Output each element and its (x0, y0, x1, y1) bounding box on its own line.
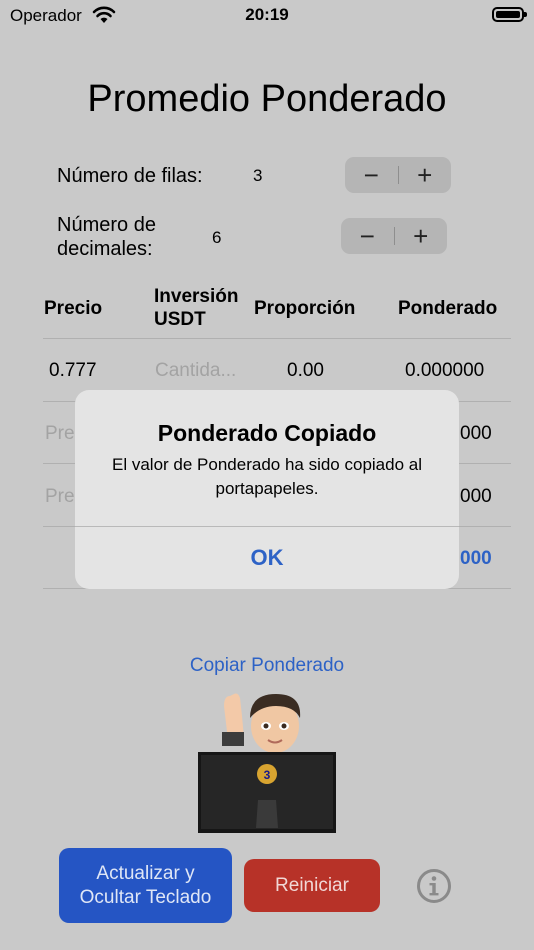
update-hide-keyboard-button[interactable]: Actualizar y Ocultar Teclado (59, 848, 232, 923)
header-proporcion: Proporción (254, 298, 356, 319)
alert-message: El valor de Ponderado ha sido copiado al… (112, 455, 422, 498)
row2-precio-input[interactable]: Pre (45, 423, 75, 445)
row1-precio-input[interactable]: 0.777 (49, 360, 97, 382)
rows-stepper[interactable]: − + (345, 157, 451, 193)
update-button-line2: Ocultar Teclado (79, 886, 212, 908)
decimals-increment-button[interactable]: + (395, 218, 448, 254)
row2-ponderado: 000 (460, 423, 492, 444)
header-inversion-line1: Inversión (154, 286, 239, 307)
reset-button[interactable]: Reiniciar (244, 859, 380, 912)
row3-ponderado: 000 (460, 486, 492, 507)
header-ponderado: Ponderado (398, 298, 498, 319)
row1-proporcion: 0.00 (287, 360, 324, 381)
table-divider (43, 338, 511, 339)
battery-icon (492, 7, 527, 22)
decimals-label-line1: Número de (57, 214, 156, 236)
decimals-label: Número de decimales: (57, 213, 156, 261)
header-precio: Precio (44, 298, 103, 319)
total-ponderado[interactable]: 000 (460, 548, 492, 570)
decimals-decrement-button[interactable]: − (341, 218, 394, 254)
header-inversion-line2: USDT (154, 309, 206, 330)
rows-value: 3 (253, 166, 263, 185)
row3-precio-input[interactable]: Pre (45, 486, 75, 508)
decimals-stepper[interactable]: − + (341, 218, 447, 254)
alert-ok-button[interactable]: OK (75, 527, 459, 589)
rows-decrement-button[interactable]: − (345, 157, 398, 193)
row1-inversion-input[interactable]: Cantida... (155, 360, 236, 382)
copy-ponderado-link[interactable]: Copiar Ponderado (0, 655, 534, 677)
alert-title: Ponderado Copiado (157, 420, 377, 446)
rows-increment-button[interactable]: + (399, 157, 452, 193)
memoji-computer-image: 3 (198, 693, 336, 833)
svg-text:3: 3 (264, 768, 271, 782)
info-icon[interactable] (416, 868, 452, 904)
page-title: Promedio Ponderado (87, 78, 447, 120)
row1-ponderado: 0.000000 (405, 360, 485, 381)
rows-label: Número de filas: (57, 165, 203, 187)
decimals-value: 6 (212, 228, 222, 247)
alert-dialog: Ponderado Copiado El valor de Ponderado … (75, 390, 459, 589)
header-inversion: Inversión USDT (154, 285, 238, 331)
update-button-line1: Actualizar y (96, 862, 195, 884)
status-time: 20:19 (245, 5, 289, 24)
decimals-label-line2: decimales: (57, 238, 153, 260)
